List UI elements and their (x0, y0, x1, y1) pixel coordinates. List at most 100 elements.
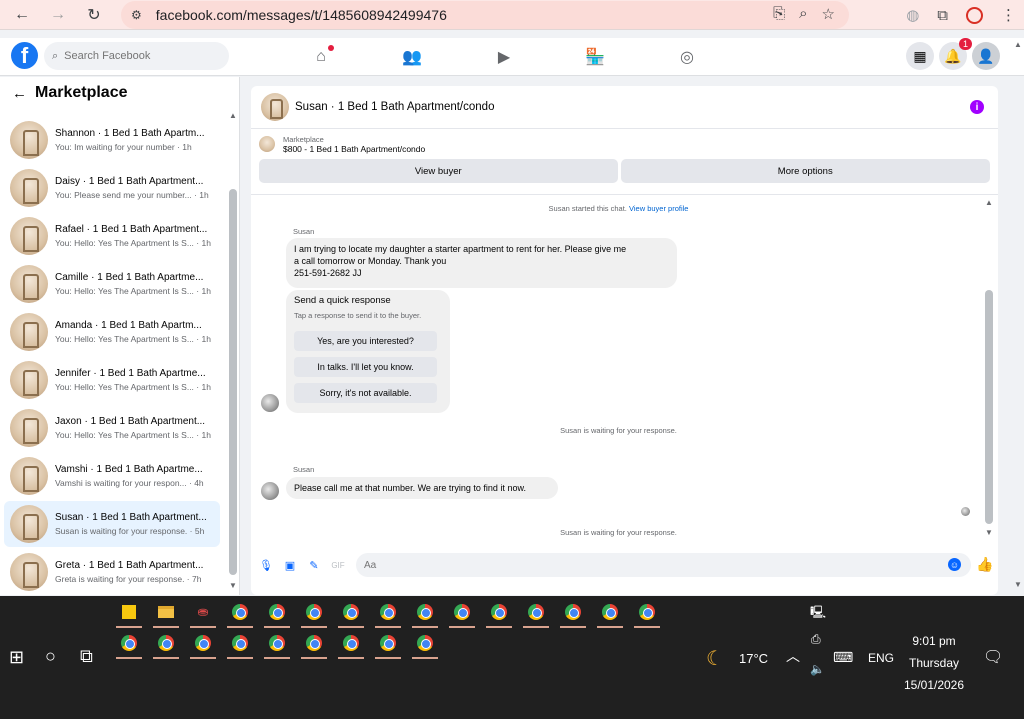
thumbs-up-icon[interactable]: 👍 (976, 556, 993, 573)
windows-start-icon[interactable]: ⊞ (9, 647, 24, 668)
site-settings-icon[interactable]: ⚙ (131, 8, 142, 22)
sender-avatar[interactable] (261, 394, 279, 412)
gif-icon[interactable]: GIF (329, 556, 347, 574)
info-icon[interactable]: i (970, 100, 984, 114)
friends-icon[interactable]: 👥 (392, 38, 432, 76)
chrome-taskbar-icon[interactable] (262, 630, 292, 659)
volume-icon[interactable]: 🔈 (810, 662, 825, 676)
bookmark-star-icon[interactable]: ☆ (822, 5, 835, 23)
search-box[interactable]: ⌕ (44, 42, 229, 70)
message-input[interactable] (356, 553, 971, 577)
chat-scrollbar[interactable] (985, 290, 993, 524)
task-view-icon[interactable]: ⧉ (80, 646, 93, 667)
chrome-taskbar-icon[interactable] (521, 599, 551, 628)
conversation-item[interactable]: Camille · 1 Bed 1 Bath Apartme... You: He… (4, 261, 220, 307)
quick-response-button[interactable]: Yes, are you interested? (294, 331, 437, 351)
back-icon[interactable]: ← (8, 1, 36, 29)
zoom-icon[interactable]: ⌕ (799, 5, 807, 23)
view-buyer-profile-link[interactable]: View buyer profile (629, 204, 688, 213)
conversation-item[interactable]: Vamshi · 1 Bed 1 Bath Apartme... Vamshi i… (4, 453, 220, 499)
network-icon[interactable]: 🖳 (810, 603, 826, 624)
sidebar-scroll-up-icon[interactable]: ▲ (229, 111, 237, 120)
conversation-item[interactable]: Rafael · 1 Bed 1 Bath Apartment... You: H… (4, 213, 220, 259)
page-scrollbar[interactable]: ▲ ▼ (1013, 40, 1022, 595)
quick-response-button[interactable]: Sorry, it's not available. (294, 383, 437, 403)
chrome-taskbar-icon[interactable] (336, 630, 366, 659)
page-scroll-down-icon[interactable]: ▼ (1014, 580, 1022, 589)
microphone-icon[interactable]: 🎙 (257, 556, 275, 574)
chrome-taskbar-icon[interactable] (114, 630, 144, 659)
sender-avatar[interactable] (261, 482, 279, 500)
chrome-taskbar-icon[interactable] (410, 599, 440, 628)
chrome-taskbar-icon[interactable] (225, 630, 255, 659)
chat-avatar[interactable] (261, 93, 289, 121)
weather-moon-icon[interactable]: ☾ (706, 646, 724, 671)
notification-center-icon[interactable]: 🗨 (983, 647, 1003, 667)
meet-icon[interactable]: ⎙ (811, 632, 821, 647)
chrome-taskbar-icon[interactable] (188, 630, 218, 659)
watch-icon[interactable]: ▶ (484, 38, 524, 76)
chat-scroll-up-icon[interactable]: ▲ (985, 198, 993, 207)
address-bar[interactable]: ⚙ facebook.com/messages/t/14856089424994… (121, 1, 849, 29)
menu-grid-icon[interactable]: ▦ (906, 42, 934, 70)
more-options-button[interactable]: More options (620, 159, 990, 183)
page-scroll-up-icon[interactable]: ▲ (1014, 40, 1022, 49)
install-app-icon[interactable]: ⎘ (773, 5, 785, 23)
chrome-taskbar-icon[interactable] (336, 599, 366, 628)
facebook-logo-icon[interactable]: f (11, 42, 38, 69)
chrome-taskbar-icon[interactable] (151, 630, 181, 659)
message-bubble[interactable]: Please call me at that number. We are tr… (286, 477, 558, 499)
sidebar-scrollbar[interactable] (229, 189, 237, 575)
chrome-taskbar-icon[interactable] (558, 599, 588, 628)
marketplace-icon[interactable]: 🏪 (575, 38, 615, 76)
chrome-taskbar-icon[interactable] (447, 599, 477, 628)
extensions-icon[interactable]: ⧉ (937, 7, 948, 24)
file-explorer-taskbar-icon[interactable] (151, 599, 181, 628)
conversation-item[interactable]: Greta · 1 Bed 1 Bath Apartment... Greta i… (4, 549, 220, 595)
groups-icon[interactable]: ◎ (667, 38, 707, 76)
chat-title[interactable]: Susan · 1 Bed 1 Bath Apartment/condo (295, 101, 494, 113)
conversation-item[interactable]: Shannon · 1 Bed 1 Bath Apartm... You: Im … (4, 117, 220, 163)
search-input[interactable] (64, 50, 205, 62)
reload-icon[interactable]: ↻ (80, 1, 108, 29)
chrome-taskbar-icon[interactable] (373, 630, 403, 659)
account-avatar[interactable]: 👤 (972, 42, 1000, 70)
quick-response-button[interactable]: In talks. I'll let you know. (294, 357, 437, 377)
profile-icon[interactable] (966, 6, 983, 24)
notifications-bell-icon[interactable]: 🔔 1 (939, 38, 972, 70)
chrome-taskbar-icon[interactable] (299, 630, 329, 659)
chrome-taskbar-icon[interactable] (225, 599, 255, 628)
chrome-taskbar-icon[interactable] (299, 599, 329, 628)
photo-icon[interactable]: ▣ (281, 556, 299, 574)
menu-icon[interactable]: ⋮ (1001, 6, 1016, 24)
emoji-icon[interactable]: ☺ (948, 558, 961, 571)
chrome-taskbar-icon[interactable] (632, 599, 662, 628)
view-buyer-button[interactable]: View buyer (259, 159, 618, 183)
chrome-taskbar-icon[interactable] (262, 599, 292, 628)
conversation-item[interactable]: Susan · 1 Bed 1 Bath Apartment... Susan i… (4, 501, 220, 547)
clock[interactable]: 9:01 pm Thursday 15/01/2026 (890, 630, 978, 696)
show-hidden-icons-icon[interactable]: ︿ (786, 646, 800, 666)
conversation-item[interactable]: Jennifer · 1 Bed 1 Bath Apartme... You: H… (4, 357, 220, 403)
forward-icon[interactable]: → (44, 1, 72, 29)
chrome-taskbar-icon[interactable] (595, 599, 625, 628)
paint-taskbar-icon[interactable]: ⛂ (188, 599, 218, 628)
chat-scroll-down-icon[interactable]: ▼ (985, 528, 993, 537)
home-icon[interactable]: ⌂ (301, 38, 341, 76)
conversation-item[interactable]: Jaxon · 1 Bed 1 Bath Apartment... You: He… (4, 405, 220, 451)
chrome-taskbar-icon[interactable] (373, 599, 403, 628)
weather-temperature[interactable]: 17°C (739, 651, 768, 666)
back-arrow-icon[interactable]: ← (12, 85, 27, 102)
conversation-item[interactable]: Daisy · 1 Bed 1 Bath Apartment... You: Pl… (4, 165, 220, 211)
listing-row[interactable]: Marketplace $800 - 1 Bed 1 Bath Apartmen… (251, 129, 998, 159)
message-bubble[interactable]: I am trying to locate my daughter a star… (286, 238, 677, 288)
globe-icon[interactable]: ◍ (906, 6, 919, 24)
search-circle-icon[interactable]: ○ (45, 646, 56, 667)
chrome-taskbar-icon[interactable] (410, 630, 440, 659)
chrome-taskbar-icon[interactable] (484, 599, 514, 628)
sticky-notes-taskbar-icon[interactable] (114, 599, 144, 628)
sidebar-scroll-down-icon[interactable]: ▼ (229, 581, 237, 590)
keyboard-icon[interactable]: ⌨ (833, 649, 853, 666)
sticker-icon[interactable]: ✎ (305, 556, 323, 574)
conversation-item[interactable]: Amanda · 1 Bed 1 Bath Apartm... You: Hell… (4, 309, 220, 355)
